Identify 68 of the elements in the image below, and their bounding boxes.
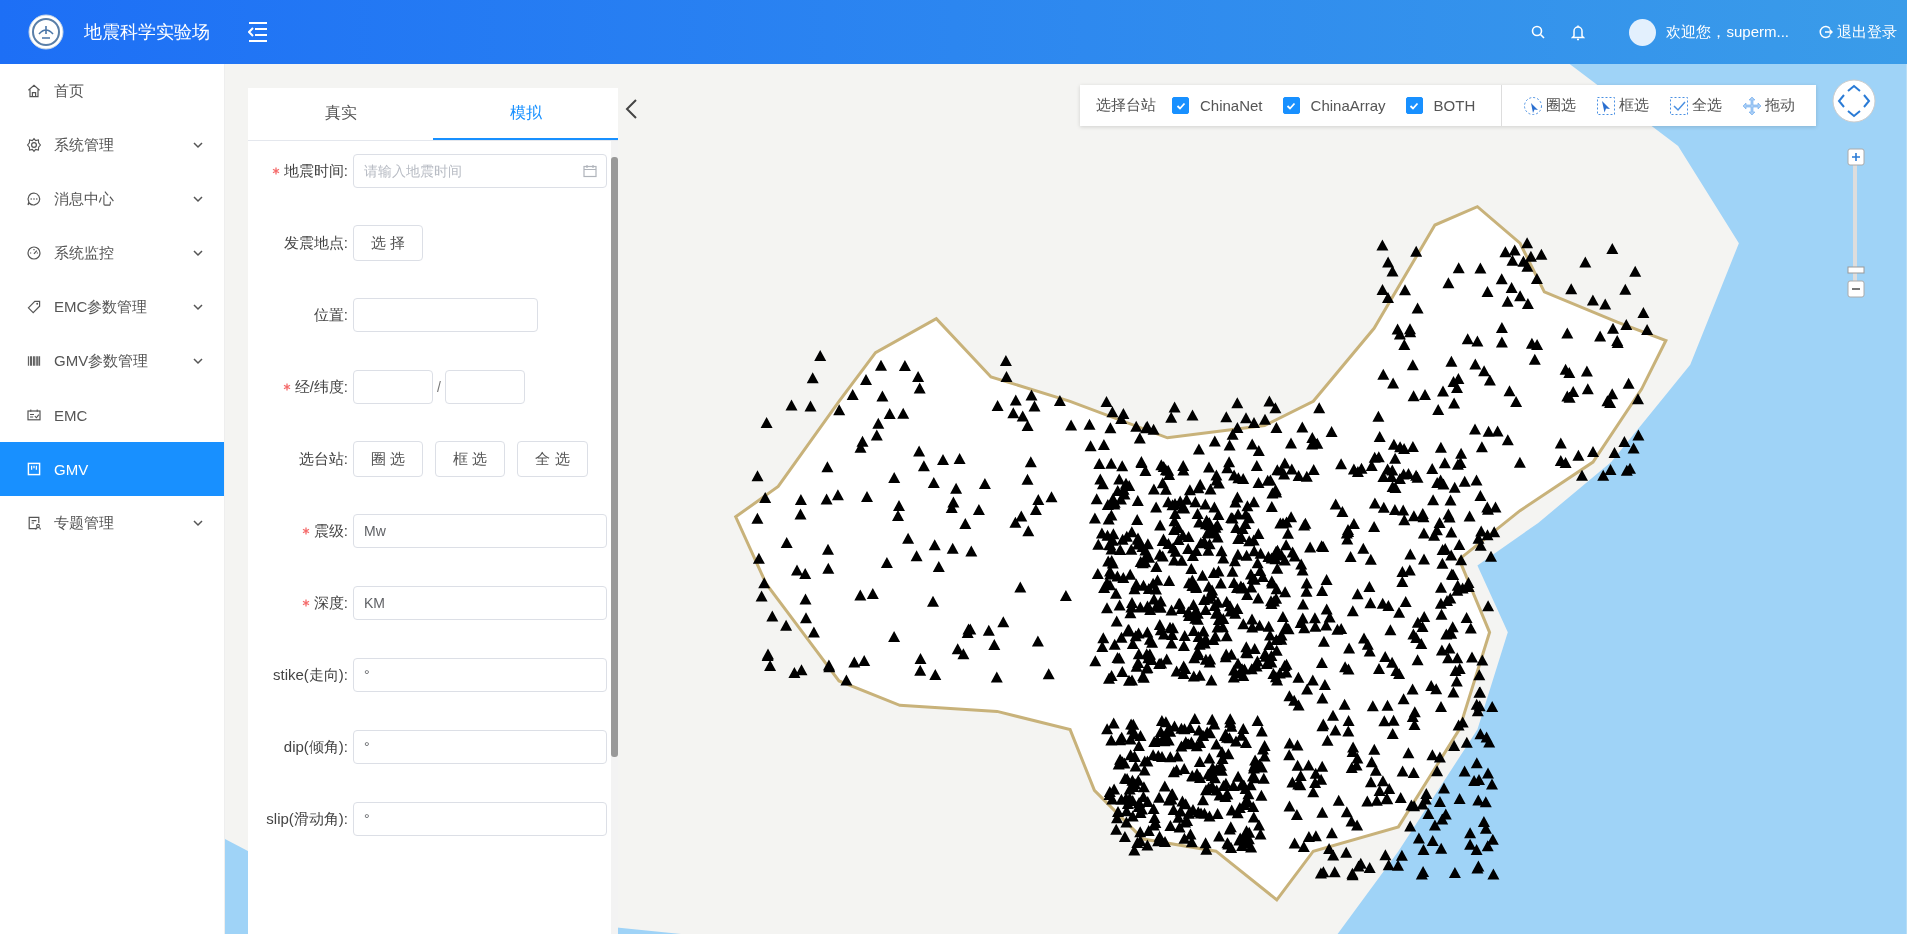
pan-control-icon[interactable] <box>1832 79 1876 123</box>
checkbox[interactable] <box>1172 97 1189 114</box>
move-arrows-icon <box>1742 95 1763 116</box>
dashed-box-check-icon <box>1669 95 1690 116</box>
separator-text: / <box>437 379 441 395</box>
dashed-circle-cursor-icon <box>1523 95 1544 116</box>
field-label: 深度: <box>313 593 348 613</box>
dashed-box-cursor-icon <box>1596 95 1617 116</box>
map-tool-button[interactable]: 拖动 <box>1737 95 1801 116</box>
calendar-icon <box>26 407 42 423</box>
collapse-chevron-icon[interactable] <box>624 98 638 120</box>
user-avatar[interactable] <box>1629 18 1657 46</box>
search-icon[interactable] <box>1531 25 1546 39</box>
tab[interactable]: 真实 <box>248 88 433 140</box>
sidebar-item[interactable]: 专题管理 <box>0 496 224 550</box>
input-field[interactable]: ° <box>353 802 607 836</box>
settings-icon <box>26 137 42 153</box>
field-label: 选台站: <box>298 449 348 469</box>
select-button[interactable]: 全 选 <box>517 441 588 477</box>
sidebar-item[interactable]: EMC <box>0 388 224 442</box>
gauge-icon <box>26 245 42 261</box>
field-label: 地震时间: <box>283 161 348 181</box>
field-label: 经/纬度: <box>294 377 348 397</box>
checkbox[interactable] <box>1282 97 1300 114</box>
map-tool-button[interactable]: 框选 <box>1591 95 1655 116</box>
app-title: 地震科学实验场 <box>84 21 210 44</box>
select-button[interactable]: 圈 选 <box>353 441 424 477</box>
field-label: dip(倾角): <box>283 737 348 757</box>
document-icon <box>26 515 42 531</box>
sidebar-item[interactable]: 首页 <box>0 64 224 118</box>
chat-bubble-icon <box>26 191 42 207</box>
scrollbar-thumb[interactable] <box>611 157 618 757</box>
sidebar-item[interactable]: GMV参数管理 <box>0 334 224 388</box>
barcode-icon <box>26 353 42 369</box>
input-field[interactable] <box>353 370 433 404</box>
checkbox-label[interactable]: ChinaArray <box>1310 97 1386 114</box>
field-label: slip(滑动角): <box>266 809 348 829</box>
input-field[interactable] <box>444 370 525 404</box>
field-label: 位置: <box>313 305 348 325</box>
bell-icon[interactable] <box>1571 23 1586 41</box>
field-label: 震级: <box>313 521 348 541</box>
select-button[interactable]: 选 择 <box>353 225 424 261</box>
checkbox-label[interactable]: BOTH <box>1433 97 1476 114</box>
input-field[interactable]: KM <box>353 586 607 620</box>
sidebar-item[interactable]: 系统管理 <box>0 118 224 172</box>
sidebar-item[interactable]: EMC参数管理 <box>0 280 224 334</box>
sidebar-item[interactable]: 系统监控 <box>0 226 224 280</box>
checkbox[interactable] <box>1405 97 1423 114</box>
station-select-label: 选择台站 <box>1096 96 1156 115</box>
tag-icon <box>26 299 42 315</box>
menu-fold-icon[interactable] <box>248 21 268 43</box>
map-tool-button[interactable]: 全选 <box>1664 95 1728 116</box>
input-field[interactable] <box>353 298 538 332</box>
logout-icon <box>1819 25 1833 39</box>
field-label: 发震地点: <box>283 233 348 253</box>
logo-icon <box>28 14 64 50</box>
input-field[interactable]: ° <box>353 658 607 692</box>
home-icon <box>26 83 42 99</box>
checkbox-label[interactable]: ChinaNet <box>1200 97 1263 114</box>
sidebar-item[interactable]: 消息中心 <box>0 172 224 226</box>
map-tool-button[interactable]: 圈选 <box>1518 95 1582 116</box>
input-field[interactable]: ° <box>353 730 607 764</box>
board-icon <box>26 461 42 477</box>
select-button[interactable]: 框 选 <box>435 441 506 477</box>
input-field[interactable]: 请输入地震时间 <box>353 154 607 188</box>
calendar-icon <box>583 164 597 178</box>
field-label: stike(走向): <box>273 665 348 685</box>
input-field[interactable]: Mw <box>353 514 607 548</box>
